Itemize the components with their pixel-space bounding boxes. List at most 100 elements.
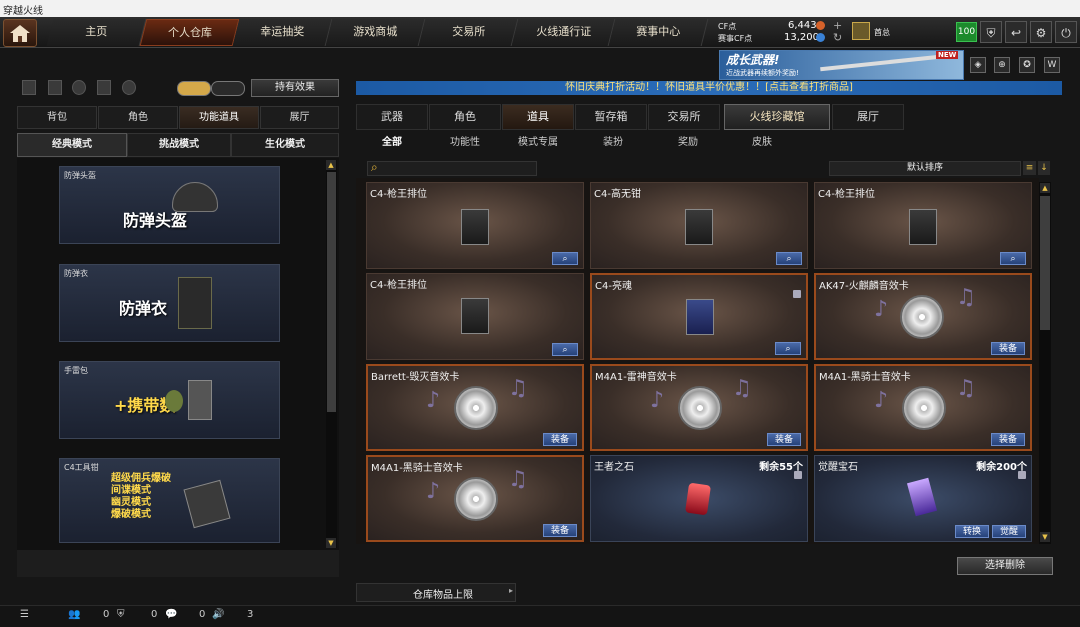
nav-pass[interactable]: 火线通行证: [511, 19, 616, 46]
capacity-bar[interactable]: 仓库物品上限 ▸: [356, 583, 516, 602]
mode-classic[interactable]: 经典模式: [17, 133, 127, 157]
music-note-icon: ♫: [956, 376, 976, 401]
helmet-card[interactable]: 防弹头盔 防弹头盔: [59, 166, 280, 244]
left-scroll-thumb[interactable]: [327, 172, 336, 412]
character-icon[interactable]: [97, 80, 111, 95]
sub-skin[interactable]: 皮肤: [726, 134, 798, 152]
stats-icon[interactable]: [48, 80, 62, 95]
item-card[interactable]: C4-高无钳 ⌕: [590, 182, 808, 269]
toggle-right-icon[interactable]: [211, 81, 245, 96]
item-card[interactable]: C4-枪王排位 ⌕: [366, 273, 584, 360]
cat-collection[interactable]: 火线珍藏馆: [724, 104, 830, 130]
nav-lottery[interactable]: 幸运抽奖: [232, 19, 333, 46]
lock-icon: [794, 471, 802, 479]
capacity-label: 仓库物品上限: [413, 590, 473, 601]
promo-ico-4[interactable]: W: [1044, 57, 1060, 73]
sub-decor[interactable]: 装扮: [577, 134, 649, 152]
inspect-button[interactable]: ⌕: [552, 252, 578, 265]
inspect-button[interactable]: ⌕: [552, 343, 578, 356]
item-card[interactable]: C4-亮魂 ⌕: [590, 273, 808, 360]
inspect-button[interactable]: ⌕: [775, 342, 801, 355]
holding-effect-button[interactable]: 持有效果: [251, 79, 339, 97]
inspect-button[interactable]: ⌕: [1000, 252, 1026, 265]
cat-hall[interactable]: 展厅: [832, 104, 904, 130]
toggle-left-icon[interactable]: [177, 81, 211, 96]
select-delete-button[interactable]: 选择删除: [957, 557, 1053, 575]
sub-functional[interactable]: 功能性: [429, 134, 501, 152]
nav-trade[interactable]: 交易所: [418, 19, 519, 46]
armor-card[interactable]: 防弹衣 防弹衣: [59, 264, 280, 342]
nav-warehouse[interactable]: 个人仓库: [139, 19, 240, 46]
item-card[interactable]: 王者之石 剩余55个: [590, 455, 808, 542]
promo-ico-1[interactable]: ◈: [970, 57, 986, 73]
item-card[interactable]: C4-枪王排位 ⌕: [814, 182, 1032, 269]
scroll-down-icon[interactable]: ▼: [326, 538, 336, 548]
scroll-up-icon[interactable]: ▲: [326, 160, 336, 170]
promo-ico-2[interactable]: ⊕: [994, 57, 1010, 73]
item-card[interactable]: 觉醒宝石 剩余200个 转换 觉醒: [814, 455, 1032, 542]
cat-storage[interactable]: 暂存箱: [575, 104, 647, 130]
shield-icon[interactable]: ⛨: [980, 21, 1002, 43]
equip-button[interactable]: 装备: [991, 433, 1025, 446]
settings-icon[interactable]: ⚙: [1030, 21, 1052, 43]
mode-line: 间谍模式: [111, 485, 151, 496]
speaker-icon[interactable]: 🔊: [212, 609, 224, 620]
item-card[interactable]: Barrett-毁灭音效卡 ♪ ♫ 装备: [366, 364, 584, 451]
sort-order-icon[interactable]: ↓: [1038, 161, 1050, 175]
home-button[interactable]: [3, 19, 37, 47]
list-icon[interactable]: ≡: [1023, 161, 1036, 175]
mode-bio[interactable]: 生化模式: [231, 133, 339, 157]
grid-scroll-thumb[interactable]: [1040, 196, 1050, 330]
chat-icon[interactable]: 💬: [165, 609, 177, 620]
left-tab-character[interactable]: 角色: [98, 106, 178, 129]
nav-shop[interactable]: 游戏商城: [325, 19, 426, 46]
event-banner[interactable]: 怀旧庆典打折活动！！怀旧道具半价优惠！！[点击查看打折商品]: [356, 81, 1062, 95]
friends-icon[interactable]: 👥: [68, 609, 80, 620]
left-tab-function[interactable]: 功能道具: [179, 106, 259, 129]
refresh-icon[interactable]: ↻: [833, 31, 842, 44]
scroll-down-icon[interactable]: ▼: [1040, 532, 1050, 542]
exit-icon[interactable]: ↩: [1005, 21, 1027, 43]
c4-pliers-card[interactable]: C4工具钳 超级佣兵爆破 间谍模式 幽灵模式 爆破模式: [59, 458, 280, 543]
menu-icon[interactable]: ☰: [20, 609, 29, 620]
mouse-icon[interactable]: [122, 80, 136, 95]
rotate-icon[interactable]: [72, 80, 86, 95]
grenade-card[interactable]: 手雷包 +携带数: [59, 361, 280, 439]
left-tab-bag[interactable]: 背包: [17, 106, 97, 129]
cat-trade[interactable]: 交易所: [648, 104, 720, 130]
sort-select[interactable]: 默认排序: [829, 161, 1021, 176]
scroll-up-icon[interactable]: ▲: [1040, 183, 1050, 193]
cat-weapons[interactable]: 武器: [356, 104, 428, 130]
disc-icon: [454, 386, 498, 430]
left-tab-hall[interactable]: 展厅: [260, 106, 339, 129]
sub-reward[interactable]: 奖励: [652, 134, 724, 152]
search-input[interactable]: [367, 161, 537, 176]
item-card[interactable]: M4A1-雷神音效卡 ♪ ♫ 装备: [590, 364, 808, 451]
promo-banner[interactable]: 成长武器! 近战武器再续额外奖励!: [719, 50, 964, 80]
awaken-button[interactable]: 觉醒: [992, 525, 1026, 538]
sub-mode[interactable]: 模式专属: [502, 134, 574, 152]
music-note-icon: ♪: [874, 297, 889, 322]
cat-items[interactable]: 道具: [502, 104, 574, 130]
cat-character[interactable]: 角色: [429, 104, 501, 130]
ranking-icon[interactable]: [22, 80, 36, 95]
power-icon[interactable]: ⏻: [1055, 21, 1077, 43]
item-card[interactable]: M4A1-黑骑士音效卡 ♪ ♫ 装备: [814, 364, 1032, 451]
c4-icon: [686, 299, 714, 335]
item-card[interactable]: AK47-火麒麟音效卡 ♪ ♫ 装备: [814, 273, 1032, 360]
inspect-button[interactable]: ⌕: [776, 252, 802, 265]
convert-button[interactable]: 转换: [955, 525, 989, 538]
equip-button[interactable]: 装备: [543, 433, 577, 446]
item-card[interactable]: M4A1-黑骑士音效卡 ♪ ♫ 装备: [366, 455, 584, 542]
nav-home[interactable]: 主页: [46, 19, 147, 46]
nav-events[interactable]: 赛事中心: [608, 19, 709, 46]
equip-button[interactable]: 装备: [543, 524, 577, 537]
equip-button[interactable]: 装备: [767, 433, 801, 446]
item-card[interactable]: C4-枪王排位 ⌕: [366, 182, 584, 269]
clan-icon[interactable]: ⛨: [117, 609, 125, 620]
equip-button[interactable]: 装备: [991, 342, 1025, 355]
lock-icon: [1018, 471, 1026, 479]
mode-challenge[interactable]: 挑战模式: [127, 133, 231, 157]
sub-all[interactable]: 全部: [356, 134, 428, 152]
promo-ico-3[interactable]: ✪: [1019, 57, 1035, 73]
